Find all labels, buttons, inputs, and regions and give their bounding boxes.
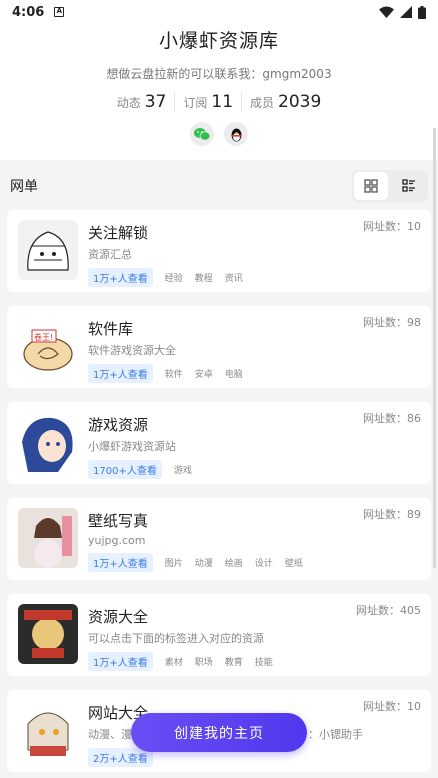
list-header: 网单 (0, 160, 438, 210)
card-tags: 1万+人查看 软件 安卓 电脑 (88, 364, 421, 383)
card-tags: 1万+人查看 素材 职场 教育 技能 (88, 652, 421, 671)
tag[interactable]: 教程 (195, 271, 213, 284)
view-count-badge: 1万+人查看 (88, 364, 153, 383)
card-tags: 1万+人查看 图片 动漫 绘画 设计 壁纸 (88, 553, 421, 572)
status-icons (379, 5, 426, 19)
card-thumbnail (18, 412, 78, 472)
link-count: 网址数：89 (363, 508, 421, 521)
tag[interactable]: 资讯 (225, 271, 243, 284)
view-count-badge: 1万+人查看 (88, 268, 153, 287)
view-count-badge: 1万+人查看 (88, 553, 153, 572)
qq-button[interactable] (224, 122, 248, 146)
list-item[interactable]: 资源大全 可以点击下面的标签进入对应的资源 1万+人查看 素材 职场 教育 技能… (7, 594, 431, 676)
card-thumbnail: 卷王! (18, 316, 78, 376)
status-bar: 4:06 A (0, 0, 438, 24)
tag[interactable]: 图片 (165, 556, 183, 569)
tag[interactable]: 设计 (255, 556, 273, 569)
qq-penguin-icon (231, 128, 241, 141)
tag[interactable]: 教育 (225, 655, 243, 668)
link-count: 网址数：10 (363, 220, 421, 233)
tag[interactable]: 安卓 (195, 367, 213, 380)
profile-subtitle: 想做云盘拉新的可以联系我：gmgm2003 (106, 67, 332, 81)
status-time: 4:06 (12, 4, 45, 20)
list-item[interactable]: 壁纸写真 yujpg.com 1万+人查看 图片 动漫 绘画 设计 壁纸 网址数… (7, 498, 431, 580)
tag[interactable]: 技能 (255, 655, 273, 668)
grid-icon (364, 179, 378, 193)
link-count: 网址数：86 (363, 412, 421, 425)
profile-stats: 动态 37 订阅 11 成员 2039 (0, 92, 438, 112)
stat-subscriptions-value: 11 (211, 92, 234, 112)
list-item[interactable]: 游戏资源 小爆虾游戏资源站 1700+人查看 游戏 网址数：86 (7, 402, 431, 484)
view-count-badge: 1万+人查看 (88, 652, 153, 671)
grid-view-button[interactable] (354, 172, 388, 200)
notification-a-icon: A (54, 7, 65, 17)
tag[interactable]: 职场 (195, 655, 213, 668)
create-homepage-button[interactable]: 创建我的主页 (131, 713, 307, 752)
link-count: 网址数：98 (363, 316, 421, 329)
svg-text:卷王!: 卷王! (34, 332, 53, 342)
view-toggle (352, 170, 428, 202)
card-description: 可以点击下面的标签进入对应的资源 (88, 632, 264, 645)
card-tags: 1700+人查看 游戏 (88, 460, 421, 479)
list-item[interactable]: 卷王! 软件库 软件游戏资源大全 1万+人查看 软件 安卓 电脑 网址数：98 (7, 306, 431, 388)
view-count-badge: 1700+人查看 (88, 460, 162, 479)
tag[interactable]: 绘画 (225, 556, 243, 569)
page-title: 小爆虾资源库 (158, 30, 279, 52)
stat-members-value: 2039 (278, 92, 322, 112)
wechat-button[interactable] (190, 122, 214, 146)
card-description: 资源汇总 (88, 248, 132, 261)
stat-subscriptions[interactable]: 订阅 11 (174, 92, 241, 112)
list-item[interactable]: 关注解锁 资源汇总 1万+人查看 经验 教程 资讯 网址数：10 (7, 210, 431, 292)
list-icon (402, 179, 415, 192)
resource-list: 关注解锁 资源汇总 1万+人查看 经验 教程 资讯 网址数：10 卷王! 软件库… (0, 210, 438, 772)
tag[interactable]: 动漫 (195, 556, 213, 569)
wifi-icon (379, 6, 394, 18)
social-links (0, 122, 438, 146)
tag[interactable]: 经验 (165, 271, 183, 284)
tag[interactable]: 素材 (165, 655, 183, 668)
card-tags: 1万+人查看 经验 教程 资讯 (88, 268, 421, 287)
tag[interactable]: 软件 (165, 367, 183, 380)
tag[interactable]: 壁纸 (285, 556, 303, 569)
tag[interactable]: 电脑 (225, 367, 243, 380)
stat-subscriptions-label: 订阅 (183, 96, 208, 110)
stat-posts[interactable]: 动态 37 (109, 92, 175, 112)
card-description: yujpg.com (88, 534, 146, 547)
card-thumbnail (18, 604, 78, 664)
list-view-button[interactable] (392, 172, 426, 200)
card-description: 小爆虾游戏资源站 (88, 440, 176, 453)
profile-header: 小爆虾资源库 想做云盘拉新的可以联系我：gmgm2003 动态 37 订阅 11… (0, 24, 438, 160)
card-thumbnail (18, 220, 78, 280)
card-description: 软件游戏资源大全 (88, 344, 176, 357)
list-title: 网单 (10, 179, 38, 195)
wechat-icon (194, 127, 210, 141)
link-count: 网址数：10 (363, 700, 421, 713)
stat-posts-value: 37 (144, 92, 167, 112)
link-count: 网址数：405 (356, 604, 421, 617)
card-thumbnail (18, 700, 78, 760)
stat-members[interactable]: 成员 2039 (241, 92, 329, 112)
tag[interactable]: 游戏 (174, 463, 192, 476)
scrollbar[interactable] (433, 128, 436, 568)
stat-members-label: 成员 (250, 96, 275, 110)
card-thumbnail (18, 508, 78, 568)
stat-posts-label: 动态 (116, 96, 141, 110)
signal-icon (400, 6, 412, 18)
battery-icon (418, 5, 426, 19)
